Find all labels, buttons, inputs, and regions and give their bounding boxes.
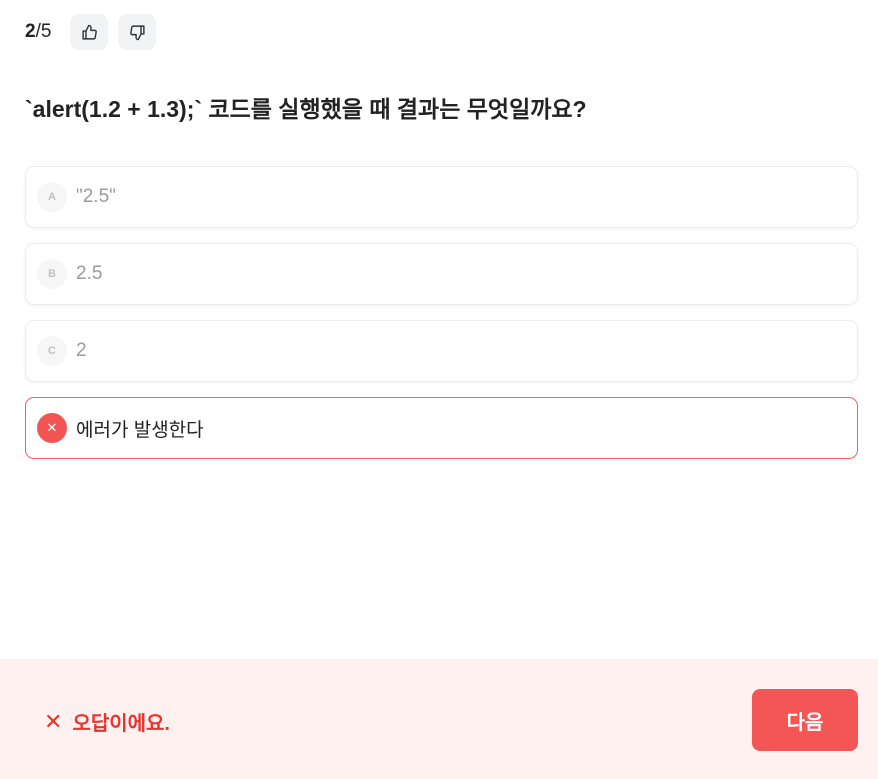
progress-total: 5 — [40, 21, 52, 42]
wrong-x-icon: ✕ — [37, 413, 67, 443]
top-bar: 2/5 — [25, 14, 166, 50]
option-a[interactable]: A "2.5" — [25, 166, 858, 228]
next-button[interactable]: 다음 — [752, 689, 858, 751]
result-text: 오답이에요. — [72, 713, 170, 735]
question-progress: 2/5 — [25, 21, 51, 43]
option-d-selected-wrong[interactable]: ✕ 에러가 발생한다 — [25, 397, 858, 459]
option-letter-badge: B — [37, 259, 67, 289]
like-button[interactable] — [70, 14, 109, 50]
option-label: "2.5" — [76, 186, 116, 207]
option-label: 에러가 발생한다 — [76, 419, 204, 441]
answer-options: A "2.5" B 2.5 C 2 ✕ 에러가 발생한다 — [25, 166, 858, 474]
option-b[interactable]: B 2.5 — [25, 243, 858, 305]
incorrect-x-icon: ✕ — [44, 708, 63, 734]
option-c[interactable]: C 2 — [25, 320, 858, 382]
result-footer: ✕ 오답이에요. 다음 — [0, 659, 878, 779]
option-label: 2 — [76, 340, 87, 361]
option-label: 2.5 — [76, 263, 103, 284]
progress-current: 2 — [25, 21, 36, 42]
thumbs-down-icon — [130, 24, 145, 40]
dislike-button[interactable] — [118, 14, 157, 50]
thumbs-up-icon — [82, 24, 97, 40]
result-message: ✕ 오답이에요. — [44, 707, 170, 736]
option-letter-badge: C — [37, 336, 67, 366]
question-text: `alert(1.2 + 1.3);` 코드를 실행했을 때 결과는 무엇일까요… — [25, 96, 587, 122]
option-letter-badge: A — [37, 182, 67, 212]
